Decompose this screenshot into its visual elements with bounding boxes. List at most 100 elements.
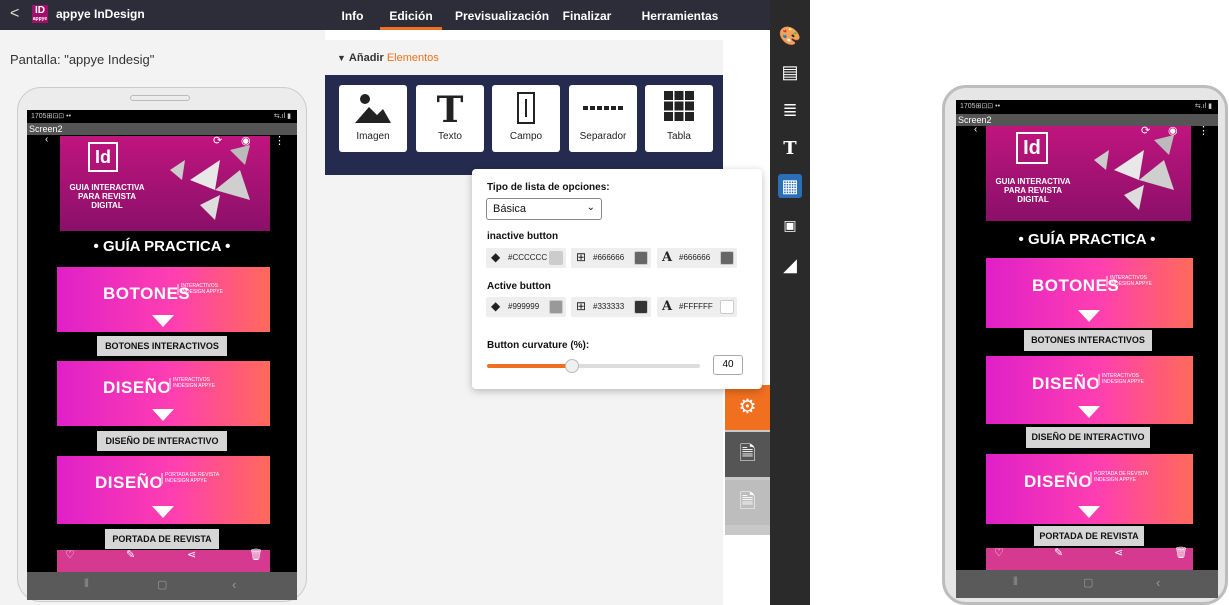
image-icon: [339, 91, 407, 129]
active-fill-color[interactable]: ◆ #999999: [486, 297, 566, 317]
trash-icon[interactable]: 🗑: [1174, 546, 1188, 559]
button-botones[interactable]: BOTONES INTERACTIVOS: [97, 336, 227, 356]
home-icon[interactable]: ▢: [1083, 576, 1093, 589]
rss-icon[interactable]: ◢: [778, 253, 802, 277]
database-icon[interactable]: ≣: [778, 98, 802, 122]
recents-icon[interactable]: ⦀: [84, 578, 89, 591]
card-diseno[interactable]: DISEÑO INTERACTIVOS INDESIGN APPYE: [57, 361, 270, 426]
back-nav-icon[interactable]: ‹: [1156, 575, 1160, 590]
active-label: Active button: [487, 281, 551, 292]
tab-previsualizacion[interactable]: Previsualización: [455, 0, 549, 30]
element-label: Campo: [509, 131, 543, 142]
heart-icon[interactable]: ♡: [65, 548, 75, 561]
doc-gear-icon: 🗎: [739, 491, 756, 513]
card-sub: INTERACTIVOS INDESIGN APPYE: [177, 283, 237, 295]
tab-herramientas[interactable]: Herramientas: [640, 0, 720, 30]
android-nav-bar: ⦀ ▢ ‹: [27, 572, 297, 600]
more-icon[interactable]: ⋮: [1198, 124, 1209, 137]
color-chip: [549, 300, 563, 314]
butterflies-illustration: [1094, 135, 1174, 210]
phone-screen-right: 1705⊞⊡⊡ •• ⇆.ıl ▮ Screen2 ‹ Id GUIA INTE…: [956, 100, 1218, 570]
status-bar-left: 1705⊞⊡⊡ ••: [960, 103, 1001, 110]
card-title: DISEÑO: [103, 378, 172, 397]
share-icon[interactable]: ⋖: [1114, 546, 1123, 559]
button-portada[interactable]: PORTADA DE REVISTA: [1034, 526, 1144, 546]
settings-tab[interactable]: ⚙: [725, 385, 770, 430]
paint-bucket-icon: ◆: [491, 299, 501, 313]
eye-icon[interactable]: ◉: [1168, 124, 1178, 137]
color-chip: [634, 251, 648, 265]
card-botones[interactable]: BOTONES INTERACTIVOS INDESIGN APPYE: [57, 267, 270, 332]
card-title: DISEÑO: [1032, 374, 1101, 393]
chevron-down-icon: ⌄: [586, 202, 595, 213]
element-tabla[interactable]: Tabla: [645, 85, 713, 152]
edit-icon[interactable]: ✎: [1054, 546, 1063, 559]
banner-text: GUIA INTERACTIVA PARA REVISTA DIGITAL: [69, 183, 145, 210]
card-portada[interactable]: DISEÑO PORTADA DE REVISTA INDESIGN APPYE: [57, 456, 270, 524]
back-icon[interactable]: ‹: [45, 134, 48, 145]
triangle-down-icon: ▼: [337, 53, 346, 63]
inactive-fill-color[interactable]: ◆ #CCCCCC: [486, 248, 566, 268]
doc-settings-tab[interactable]: 🗎: [725, 480, 770, 525]
card-title: DISEÑO: [95, 473, 164, 492]
top-bar: < ID appye appye InDesign Info Edición Pr…: [0, 0, 770, 30]
arrow-down-icon: [152, 506, 174, 518]
curvature-input[interactable]: 40: [713, 355, 743, 375]
refresh-icon[interactable]: ⟳: [213, 134, 222, 147]
inactive-border-color[interactable]: ⊞ #666666: [571, 248, 651, 268]
list-type-value: Básica: [493, 203, 527, 215]
card-sub: INTERACTIVOS INDESIGN APPYE: [1106, 275, 1166, 287]
tab-info[interactable]: Info: [335, 0, 370, 30]
trash-icon[interactable]: 🗑: [249, 548, 263, 561]
palette-icon[interactable]: 🎨: [778, 24, 802, 48]
button-portada[interactable]: PORTADA DE REVISTA: [105, 529, 219, 549]
guia-heading: • GUÍA PRACTICA •: [93, 238, 231, 255]
color-chip: [634, 300, 648, 314]
phone-speaker: [130, 95, 190, 101]
element-imagen[interactable]: Imagen: [339, 85, 407, 152]
curvature-slider-fill: [487, 364, 573, 368]
color-value: #FFFFFF: [679, 302, 713, 311]
document-icon[interactable]: ▤: [778, 60, 802, 84]
text-tool-icon[interactable]: T: [778, 137, 802, 161]
more-icon[interactable]: ⋮: [274, 134, 285, 147]
color-value: #666666: [593, 253, 625, 262]
element-separador[interactable]: Separador: [569, 85, 637, 152]
add-elements-toggle[interactable]: ▼ Añadir Elementos: [337, 52, 439, 64]
card-sub: INTERACTIVOS INDESIGN APPYE: [169, 377, 229, 389]
inactive-text-color[interactable]: A #666666: [657, 248, 737, 268]
back-icon[interactable]: <: [10, 5, 19, 23]
text-icon: T: [436, 89, 464, 131]
app-bar: [27, 123, 297, 135]
recents-icon[interactable]: ⦀: [1013, 576, 1018, 589]
button-diseno[interactable]: DISEÑO DE INTERACTIVO: [97, 431, 227, 451]
eye-icon[interactable]: ◉: [241, 134, 251, 147]
share-icon[interactable]: ⋖: [187, 548, 196, 561]
page-settings-tab[interactable]: 🗎: [725, 432, 770, 477]
back-icon[interactable]: ‹: [974, 124, 977, 135]
home-icon[interactable]: ▢: [157, 578, 167, 591]
card-diseno[interactable]: DISEÑO INTERACTIVOS INDESIGN APPYE: [986, 356, 1193, 424]
element-texto[interactable]: T Texto: [416, 85, 484, 152]
tab-edicion[interactable]: Edición: [380, 0, 442, 30]
element-label: Imagen: [356, 131, 390, 142]
card-portada[interactable]: DISEÑO PORTADA DE REVISTA INDESIGN APPYE: [986, 454, 1193, 524]
banner-logo: Id: [1016, 132, 1048, 164]
list-type-select[interactable]: Básica ⌄: [486, 198, 602, 220]
card-sub: INTERACTIVOS INDESIGN APPYE: [1098, 373, 1158, 385]
calendar-icon[interactable]: ▣: [778, 213, 802, 237]
tab-finalizar[interactable]: Finalizar: [562, 0, 612, 30]
active-border-color[interactable]: ⊞ #333333: [571, 297, 651, 317]
card-botones[interactable]: BOTONES INTERACTIVOS INDESIGN APPYE: [986, 258, 1193, 328]
back-nav-icon[interactable]: ‹: [232, 577, 236, 592]
button-botones[interactable]: BOTONES INTERACTIVOS: [1024, 330, 1152, 351]
button-list-icon[interactable]: ▦: [778, 174, 802, 198]
refresh-icon[interactable]: ⟳: [1141, 124, 1150, 137]
element-campo[interactable]: Campo: [492, 85, 560, 152]
border-icon: ⊞: [576, 299, 587, 313]
edit-icon[interactable]: ✎: [126, 548, 135, 561]
banner-text: GUIA INTERACTIVA PARA REVISTA DIGITAL: [995, 177, 1071, 204]
heart-icon[interactable]: ♡: [994, 546, 1004, 559]
active-text-color[interactable]: A #FFFFFF: [657, 297, 737, 317]
button-diseno[interactable]: DISEÑO DE INTERACTIVO: [1026, 427, 1150, 448]
